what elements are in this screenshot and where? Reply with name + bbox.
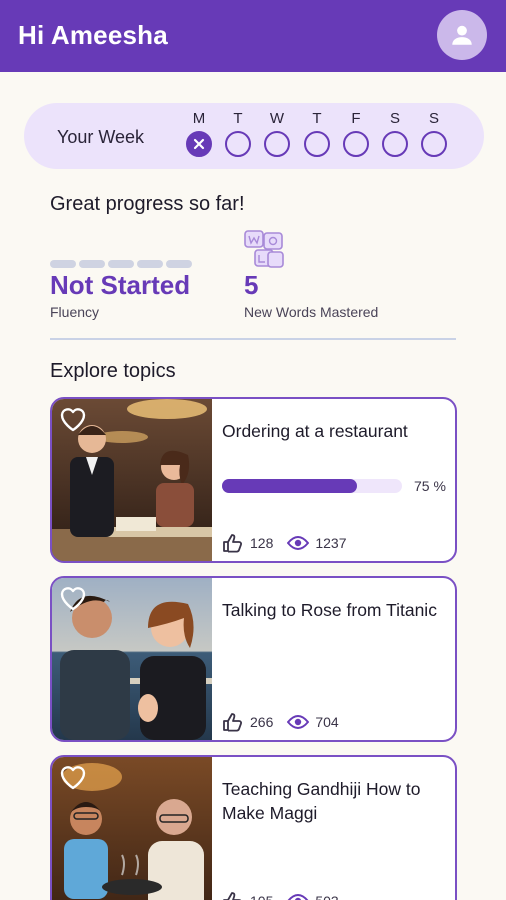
profile-avatar-button[interactable] bbox=[437, 10, 487, 60]
pending-day-circle bbox=[225, 131, 251, 157]
favorite-heart-icon[interactable] bbox=[58, 584, 88, 612]
day-tuesday[interactable]: T bbox=[225, 109, 251, 157]
favorite-heart-icon[interactable] bbox=[58, 405, 88, 433]
words-mastered-label: New Words Mastered bbox=[244, 304, 379, 320]
topic-progress-fill bbox=[222, 479, 357, 493]
fluency-dash bbox=[50, 260, 76, 268]
pending-day-circle bbox=[264, 131, 290, 157]
topic-title: Ordering at a restaurant bbox=[222, 421, 408, 441]
eye-icon bbox=[287, 714, 310, 730]
word-tiles-icon bbox=[244, 230, 286, 275]
fluency-dash bbox=[79, 260, 105, 268]
likes-count: 105 bbox=[250, 893, 273, 900]
fluency-dash bbox=[166, 260, 192, 268]
explore-topics-heading: Explore topics bbox=[50, 360, 176, 382]
app-header: Hi Ameesha bbox=[0, 0, 506, 72]
pending-day-circle bbox=[421, 131, 447, 157]
section-divider bbox=[50, 338, 456, 340]
day-monday[interactable]: M bbox=[186, 109, 212, 157]
day-sunday[interactable]: S bbox=[421, 109, 447, 157]
likes-count: 266 bbox=[250, 714, 274, 730]
user-icon bbox=[452, 25, 472, 45]
words-mastered-count: 5 bbox=[244, 270, 259, 300]
day-friday[interactable]: F bbox=[343, 109, 369, 157]
topic-card[interactable]: Talking to Rose from Titanic 266 704 bbox=[50, 576, 457, 742]
progress-heading: Great progress so far! bbox=[50, 193, 245, 215]
topic-progress-percent: 75 % bbox=[414, 478, 446, 494]
day-wednesday[interactable]: W bbox=[264, 109, 290, 157]
views-count: 1237 bbox=[315, 535, 347, 551]
topic-card[interactable]: Teaching Gandhiji How to Make Maggi 105 … bbox=[50, 755, 457, 900]
topic-stats: 128 1237 bbox=[222, 533, 347, 553]
pending-day-circle bbox=[382, 131, 408, 157]
favorite-heart-icon[interactable] bbox=[58, 763, 88, 791]
topic-progress-bar bbox=[222, 479, 402, 493]
fluency-label: Fluency bbox=[50, 304, 100, 320]
pending-day-circle bbox=[343, 131, 369, 157]
fluency-dash bbox=[108, 260, 134, 268]
completed-day-icon bbox=[186, 131, 212, 157]
eye-icon bbox=[287, 893, 309, 900]
day-saturday[interactable]: S bbox=[382, 109, 408, 157]
weekly-streak-tracker: Your Week M T W T F S S bbox=[24, 103, 484, 169]
views-count: 704 bbox=[315, 714, 339, 730]
day-thursday[interactable]: T bbox=[304, 109, 330, 157]
thumbs-up-icon[interactable] bbox=[222, 533, 244, 553]
thumbs-up-icon[interactable] bbox=[222, 891, 244, 900]
greeting-title: Hi Ameesha bbox=[18, 20, 168, 50]
topic-title: Teaching Gandhiji How to Make Maggi bbox=[222, 779, 421, 823]
topic-stats: 105 503 bbox=[222, 891, 339, 900]
fluency-dash bbox=[137, 260, 163, 268]
topic-title: Talking to Rose from Titanic bbox=[222, 600, 437, 620]
topic-card[interactable]: Ordering at a restaurant 75 % 128 1237 bbox=[50, 397, 457, 563]
views-count: 503 bbox=[315, 893, 338, 900]
fluency-value: Not Started bbox=[50, 270, 191, 300]
week-label: Your Week bbox=[57, 127, 145, 147]
topic-stats: 266 704 bbox=[222, 712, 339, 732]
eye-icon bbox=[287, 535, 310, 551]
pending-day-circle bbox=[304, 131, 330, 157]
thumbs-up-icon[interactable] bbox=[222, 712, 244, 732]
likes-count: 128 bbox=[250, 535, 274, 551]
